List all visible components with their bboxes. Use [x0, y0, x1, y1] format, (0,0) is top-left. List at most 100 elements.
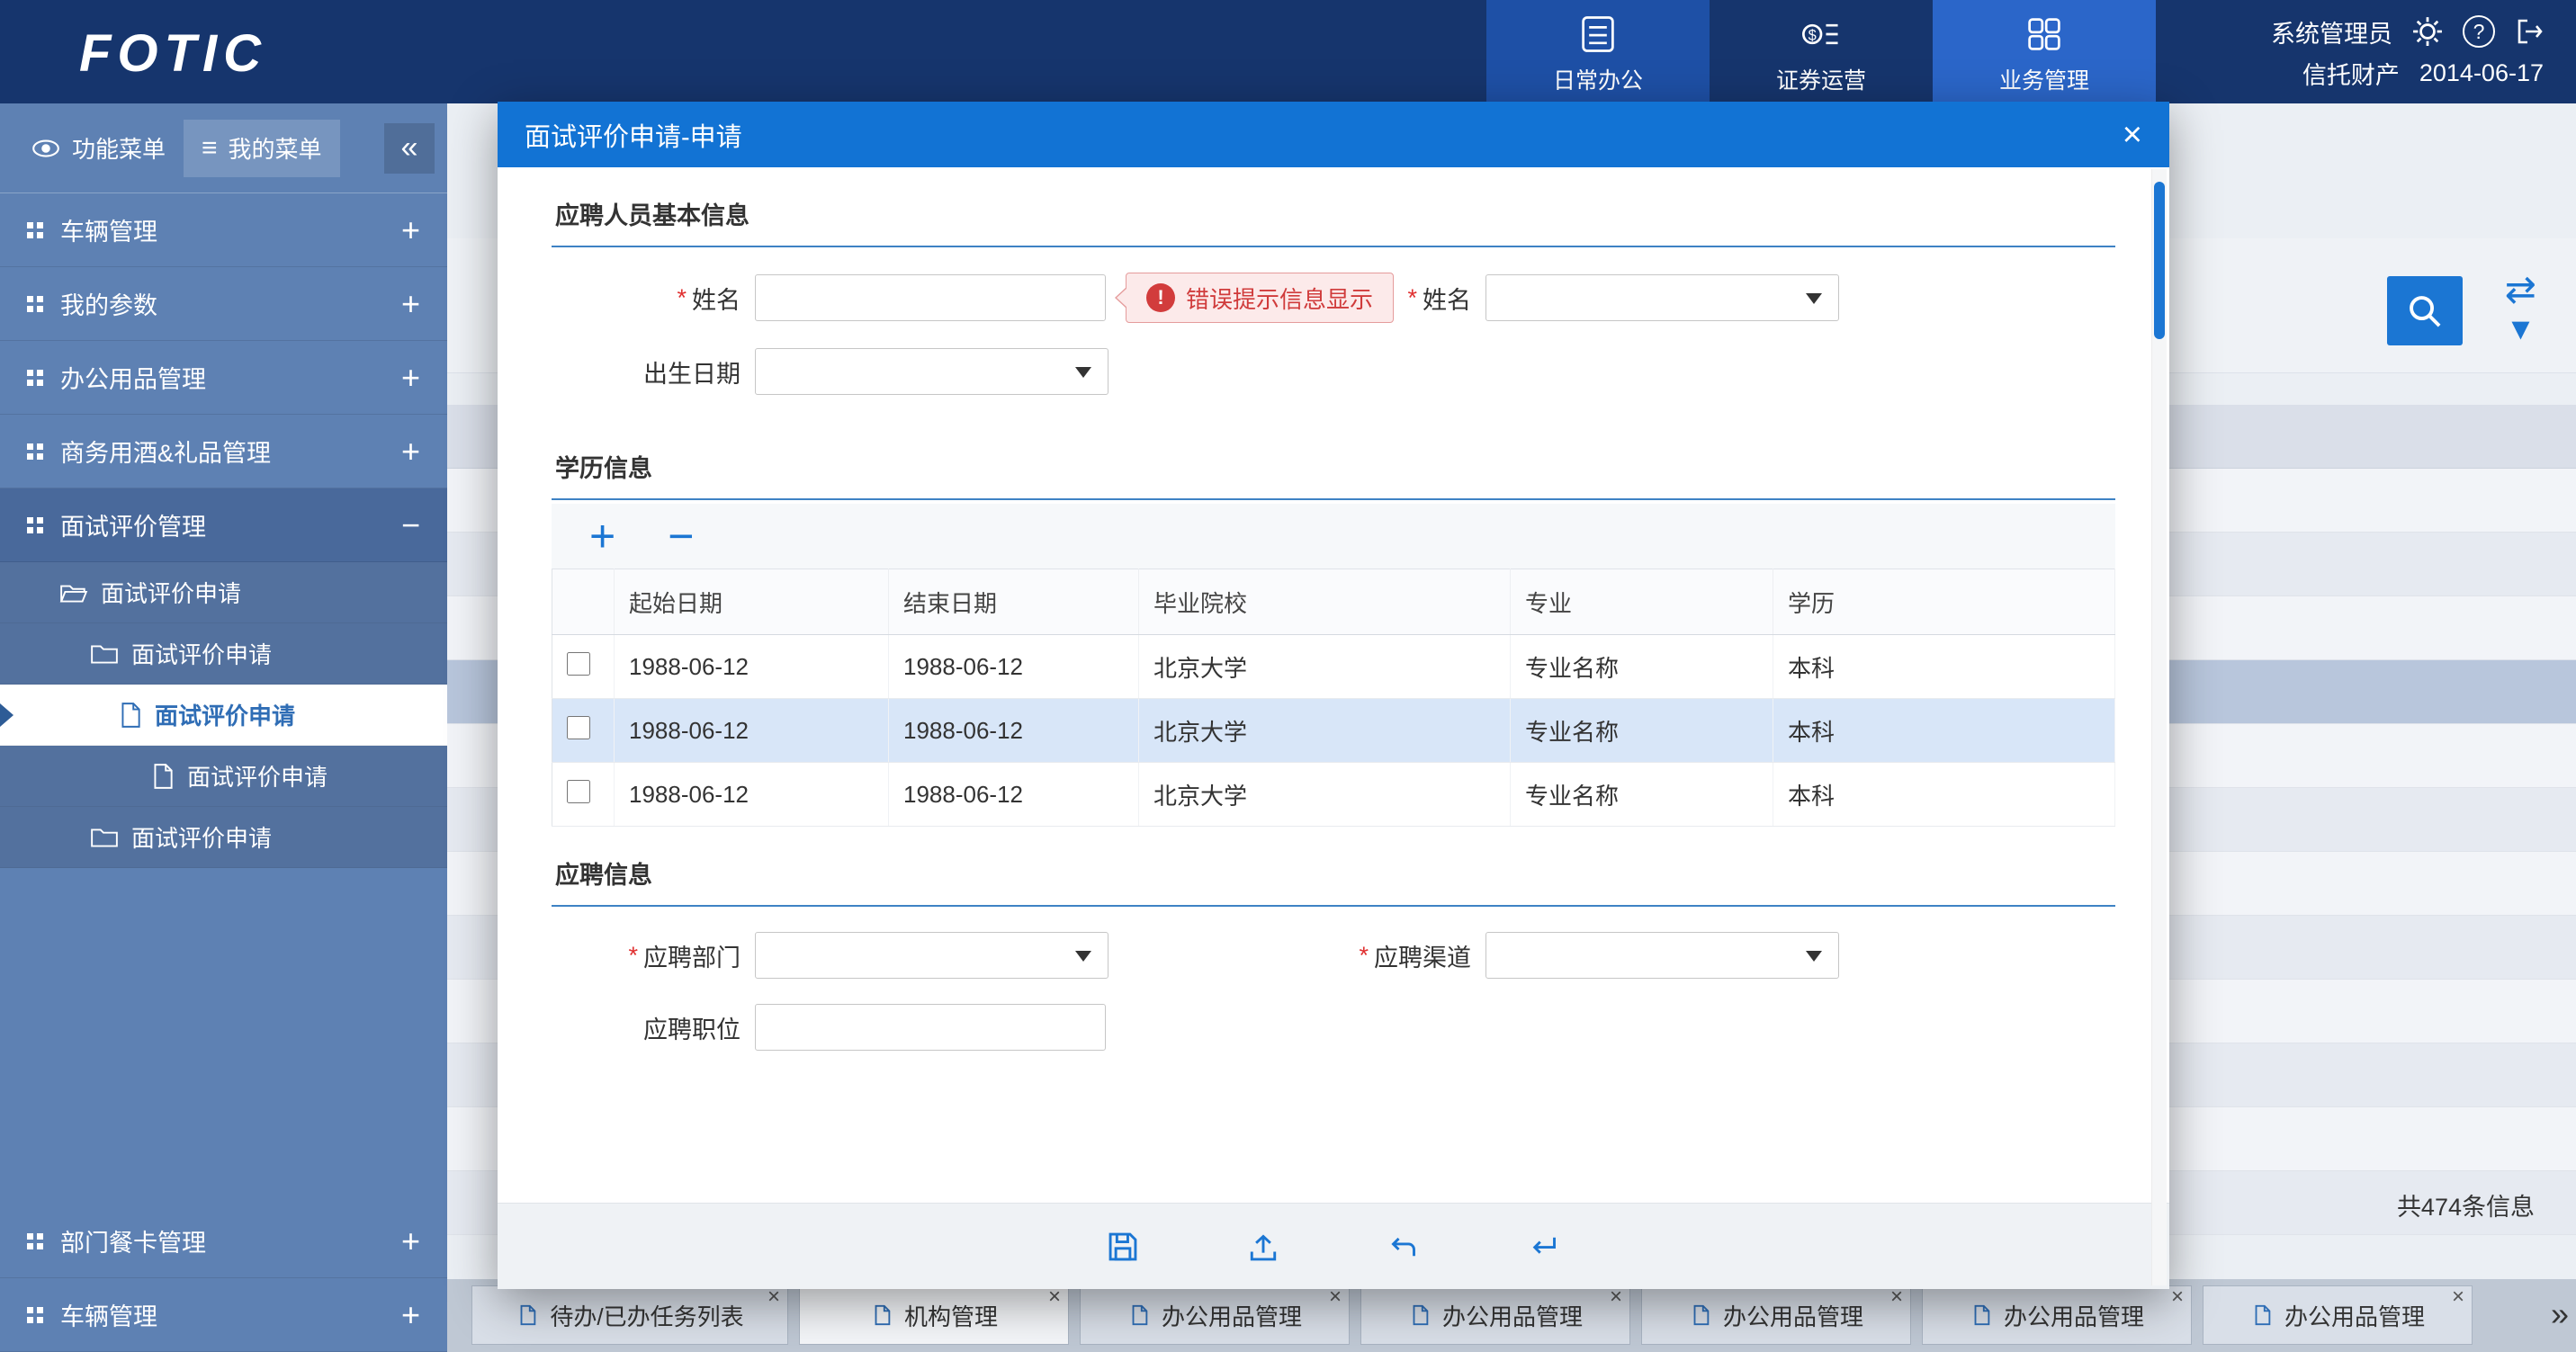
close-icon[interactable]: × — [1890, 1286, 1903, 1308]
nav-business-mgmt[interactable]: 业务管理 — [1933, 0, 2156, 103]
save-button[interactable] — [1098, 1222, 1148, 1272]
name-input[interactable] — [755, 274, 1106, 321]
grid-dots-icon — [27, 222, 33, 228]
search-button[interactable] — [2387, 276, 2463, 345]
enter-return-icon — [1526, 1229, 1562, 1265]
sidebar-tree-item-5[interactable]: 面试评价申请 — [0, 807, 447, 868]
close-icon[interactable]: × — [1610, 1286, 1622, 1308]
section-basic-info: 应聘人员基本信息 — [552, 167, 2115, 247]
tab-office-supplies-2[interactable]: 办公用品管理 × — [1360, 1285, 1630, 1345]
add-row-button[interactable]: + — [589, 514, 615, 559]
grid-icon — [2023, 13, 2066, 56]
more-tabs-icon[interactable]: » — [2551, 1295, 2569, 1333]
file-icon — [119, 702, 142, 729]
grid-dots-icon — [27, 517, 33, 524]
row-checkbox[interactable] — [567, 780, 590, 803]
close-icon[interactable]: × — [1329, 1286, 1342, 1308]
required-marker: * — [677, 284, 687, 312]
panel-toggle-controls: ⇄ ▼ — [2505, 271, 2536, 345]
user-role: 系统管理员 — [2271, 14, 2392, 49]
tab-office-supplies-5[interactable]: 办公用品管理 × — [2203, 1285, 2473, 1345]
tab-office-supplies-4[interactable]: 办公用品管理 × — [1922, 1285, 2192, 1345]
collapse-minus-icon[interactable]: − — [401, 506, 420, 544]
sidebar-tree-item-2[interactable]: 面试评价申请 — [0, 623, 447, 685]
row-checkbox[interactable] — [567, 652, 590, 676]
gear-icon[interactable] — [2412, 16, 2443, 47]
sidebar-item-interview-eval-mgmt[interactable]: 面试评价管理 − — [0, 488, 447, 562]
sidebar-item-my-params[interactable]: 我的参数 + — [0, 267, 447, 341]
close-icon[interactable]: × — [1048, 1286, 1061, 1308]
sidebar-tree-item-1[interactable]: 面试评价申请 — [0, 562, 447, 623]
apply-dept-select[interactable] — [755, 932, 1108, 979]
sidebar-tab-function-label: 功能菜单 — [72, 131, 166, 165]
apply-channel-select[interactable] — [1485, 932, 1839, 979]
nav-daily-office[interactable]: 日常办公 — [1486, 0, 1710, 103]
apply-position-input[interactable] — [755, 1004, 1106, 1051]
cell-school: 北京大学 — [1139, 699, 1511, 763]
birth-date-select[interactable] — [755, 348, 1108, 395]
cell-start-date: 1988-06-12 — [615, 635, 889, 699]
sidebar-item-dept-meal-card[interactable]: 部门餐卡管理 + — [0, 1204, 447, 1278]
chevron-down-icon[interactable]: ▼ — [2506, 314, 2536, 345]
education-grid-toolbar: + − — [552, 504, 2115, 569]
sidebar-tab-function-menu[interactable]: 功能菜单 — [13, 120, 184, 177]
tab-office-supplies-1[interactable]: 办公用品管理 × — [1080, 1285, 1350, 1345]
scrollbar-thumb[interactable] — [2154, 182, 2165, 339]
name2-label: * 姓名 — [1336, 281, 1471, 316]
reset-button[interactable] — [1378, 1222, 1429, 1272]
table-row[interactable]: 1988-06-12 1988-06-12 北京大学 专业名称 本科 — [552, 635, 2115, 699]
row-checkbox[interactable] — [567, 716, 590, 739]
record-count: 共474条信息 — [2397, 1187, 2535, 1222]
dialog-footer-toolbar — [498, 1203, 2169, 1289]
grid-dots-icon — [27, 1233, 33, 1240]
column-header: 起始日期 — [615, 569, 889, 635]
sidebar-item-office-supplies[interactable]: 办公用品管理 + — [0, 341, 447, 415]
error-icon: ! — [1146, 283, 1175, 312]
tab-todo-task-list[interactable]: 待办/已办任务列表 × — [471, 1285, 788, 1345]
submit-button[interactable] — [1519, 1222, 1569, 1272]
expand-plus-icon[interactable]: + — [401, 1296, 420, 1334]
sidebar-item-label: 我的参数 — [60, 286, 401, 321]
swap-arrows-icon[interactable]: ⇄ — [2505, 271, 2536, 309]
expand-plus-icon[interactable]: + — [401, 359, 420, 397]
expand-plus-icon[interactable]: + — [401, 433, 420, 470]
sidebar-collapse-button[interactable]: « — [384, 123, 435, 174]
name2-select[interactable] — [1485, 274, 1839, 321]
help-icon[interactable]: ? — [2463, 15, 2495, 48]
close-icon[interactable]: × — [2171, 1286, 2184, 1308]
dialog-scrollbar[interactable] — [2151, 169, 2167, 1285]
cell-end-date: 1988-06-12 — [889, 699, 1139, 763]
tab-label: 办公用品管理 — [1162, 1299, 1302, 1332]
close-icon[interactable]: × — [767, 1286, 780, 1308]
nav-securities-ops[interactable]: $ 证券运营 — [1710, 0, 1933, 103]
close-icon[interactable]: × — [2452, 1286, 2464, 1308]
table-row-selected[interactable]: 1988-06-12 1988-06-12 北京大学 专业名称 本科 — [552, 699, 2115, 763]
page-icon — [2250, 1303, 2274, 1327]
expand-plus-icon[interactable]: + — [401, 285, 420, 323]
remove-row-button[interactable]: − — [668, 514, 694, 559]
user-info-block: 系统管理员 ? 信托财产 2014-06-17 — [2271, 11, 2544, 94]
sidebar-tree-item-4[interactable]: 面试评价申请 — [0, 746, 447, 807]
sidebar-tab-my-menu[interactable]: ≡ 我的菜单 — [184, 120, 340, 177]
bottom-tab-bar: 待办/已办任务列表 × 机构管理 × 办公用品管理 × 办公用品管理 × 办公用… — [447, 1279, 2576, 1352]
eye-icon — [31, 138, 61, 159]
page-icon — [1970, 1303, 1993, 1327]
sidebar-tree-item-3-selected[interactable]: 面试评价申请 — [0, 685, 447, 746]
expand-plus-icon[interactable]: + — [401, 211, 420, 249]
svg-text:$: $ — [1809, 28, 1817, 44]
screen: FOTIC 日常办公 $ 证券运营 业务管理 系统管理员 ? — [0, 0, 2576, 1352]
logout-icon[interactable] — [2515, 17, 2544, 46]
sidebar-item-business-wine-gifts[interactable]: 商务用酒&礼品管理 + — [0, 415, 447, 488]
close-icon[interactable]: × — [2123, 118, 2142, 152]
sidebar-item-vehicle-mgmt-2[interactable]: 车辆管理 + — [0, 1278, 447, 1352]
export-button[interactable] — [1238, 1222, 1288, 1272]
top-navigation: 日常办公 $ 证券运营 业务管理 — [1486, 0, 2156, 103]
column-header: 专业 — [1511, 569, 1773, 635]
table-row[interactable]: 1988-06-12 1988-06-12 北京大学 专业名称 本科 — [552, 763, 2115, 827]
sidebar-item-vehicle-mgmt[interactable]: 车辆管理 + — [0, 193, 447, 267]
tab-org-mgmt[interactable]: 机构管理 × — [799, 1285, 1069, 1345]
cell-major: 专业名称 — [1511, 635, 1773, 699]
tab-office-supplies-3[interactable]: 办公用品管理 × — [1641, 1285, 1911, 1345]
checkbox-column-header — [552, 569, 615, 635]
expand-plus-icon[interactable]: + — [401, 1222, 420, 1260]
